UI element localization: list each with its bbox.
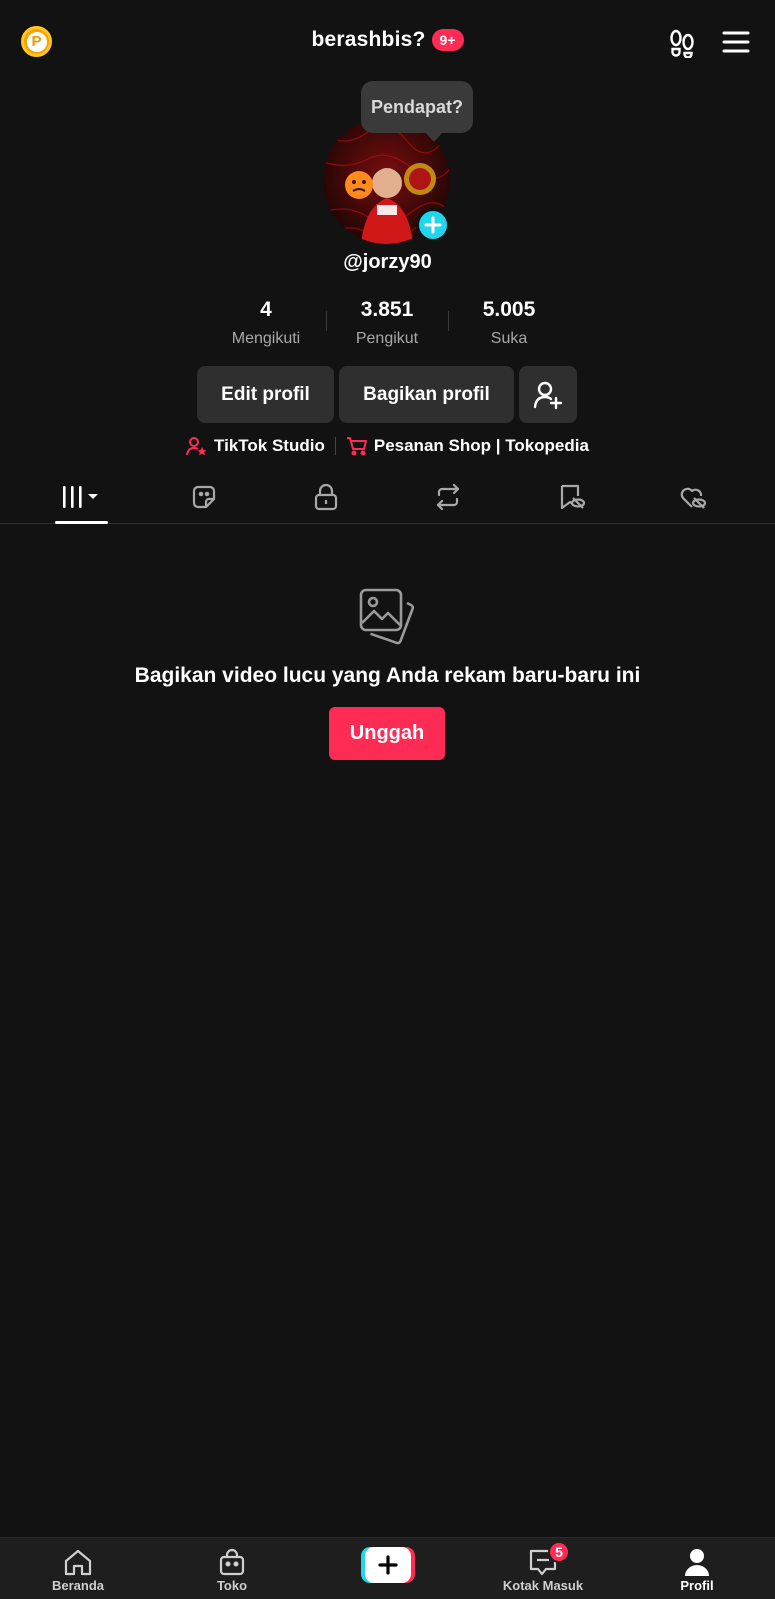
profile-icon — [685, 1549, 709, 1576]
heart-hidden-icon — [680, 487, 707, 509]
followers-count: 3.851 — [360, 298, 414, 321]
inbox-badge: 5 — [548, 1541, 570, 1563]
upload-button[interactable]: Unggah — [329, 707, 445, 760]
following-label: Mengikuti — [231, 330, 301, 347]
add-user-icon — [533, 381, 563, 409]
bookmark-hidden-icon — [560, 484, 585, 510]
nav-home[interactable]: Beranda — [18, 1538, 138, 1599]
shop-orders-link[interactable]: Pesanan Shop | Tokopedia — [346, 436, 589, 456]
cart-icon — [346, 437, 367, 456]
shop-orders-label: Pesanan Shop | Tokopedia — [373, 436, 589, 455]
nav-inbox[interactable]: Kotak Masuk — [483, 1538, 603, 1599]
tooltip-text: Pendapat? — [370, 96, 463, 117]
active-tab-indicator — [55, 521, 108, 524]
lock-icon — [314, 483, 338, 511]
grid-filter-icon — [63, 486, 98, 508]
stat-following[interactable]: 4 Mengikuti — [206, 298, 326, 348]
tab-private[interactable] — [265, 470, 387, 524]
followers-label: Pengikut — [355, 330, 419, 347]
shopping-bag-icon — [219, 1548, 245, 1576]
content-tabs — [0, 470, 775, 524]
following-count: 4 — [260, 298, 272, 321]
empty-state-message: Bagikan video lucu yang Anda rekam baru-… — [134, 664, 641, 687]
home-icon — [64, 1549, 92, 1576]
opinion-tooltip[interactable]: Pendapat? — [361, 81, 473, 142]
photo-gallery-icon — [359, 588, 415, 645]
tab-liked[interactable] — [632, 470, 754, 524]
account-title: berashbis? — [311, 28, 426, 51]
tab-stickers[interactable] — [143, 470, 265, 524]
menu-icon[interactable] — [722, 30, 750, 54]
notification-badge: 9+ — [431, 29, 464, 51]
tab-videos[interactable] — [20, 470, 142, 524]
username: @jorzy90 — [343, 251, 432, 273]
create-button[interactable] — [361, 1547, 415, 1583]
footprint-icon[interactable] — [668, 28, 696, 58]
add-story-button[interactable] — [416, 208, 450, 242]
nav-home-label: Beranda — [51, 1578, 105, 1593]
nav-profile-label: Profil — [680, 1578, 714, 1593]
bottom-navigation: Beranda Toko Kotak Masuk 5 Profil — [0, 1537, 775, 1599]
add-friend-button[interactable] — [519, 366, 577, 423]
likes-label: Suka — [490, 330, 528, 347]
tab-reposts[interactable] — [387, 470, 509, 524]
plus-icon — [424, 216, 442, 234]
studio-user-icon — [186, 437, 207, 456]
account-switcher[interactable]: berashbis? 9+ — [0, 28, 775, 52]
top-bar: P berashbis? 9+ — [0, 0, 775, 84]
sticker-icon — [192, 485, 216, 509]
share-profile-button[interactable]: Bagikan profil — [339, 366, 514, 423]
nav-inbox-label: Kotak Masuk — [502, 1578, 584, 1593]
tiktok-studio-link[interactable]: TikTok Studio — [186, 436, 325, 456]
link-divider — [334, 437, 336, 455]
nav-profile[interactable]: Profil — [637, 1538, 757, 1599]
profile-stats: 4 Mengikuti 3.851 Pengikut 5.005 Suka — [0, 298, 775, 354]
nav-shop[interactable]: Toko — [172, 1538, 292, 1599]
tab-favorites[interactable] — [510, 470, 632, 524]
profile-links: TikTok Studio Pesanan Shop | Tokopedia — [0, 436, 775, 456]
nav-shop-label: Toko — [216, 1578, 248, 1593]
repost-icon — [436, 483, 460, 511]
edit-profile-button[interactable]: Edit profil — [197, 366, 334, 423]
stat-followers[interactable]: 3.851 Pengikut — [327, 298, 447, 348]
tiktok-studio-label: TikTok Studio — [214, 436, 325, 455]
likes-count: 5.005 — [482, 298, 536, 321]
stat-likes[interactable]: 5.005 Suka — [449, 298, 569, 348]
